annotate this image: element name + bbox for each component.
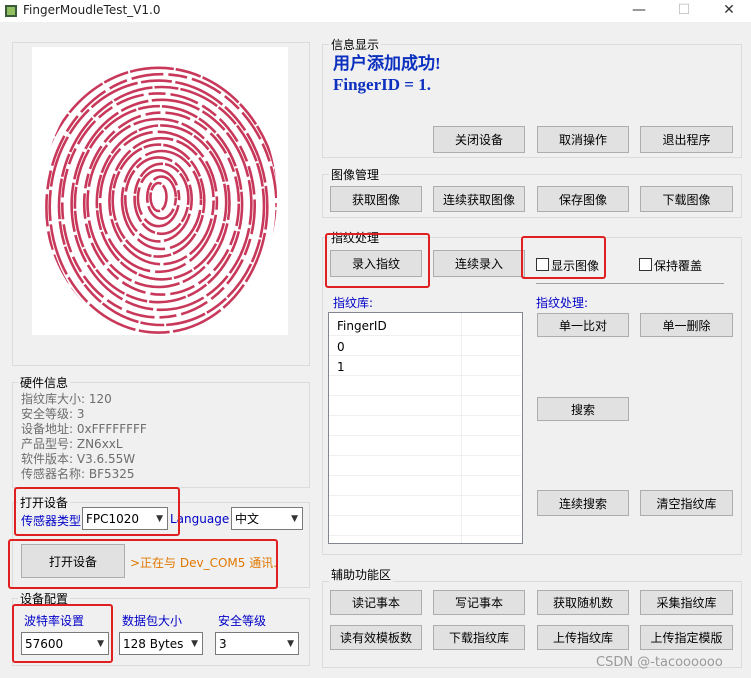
list-empty-row xyxy=(329,396,521,416)
continuous-get-image-button[interactable]: 连续获取图像 xyxy=(433,186,525,212)
packet-size-label: 数据包大小 xyxy=(122,614,183,628)
cancel-operation-button[interactable]: 取消操作 xyxy=(537,126,629,153)
list-empty-row xyxy=(329,476,521,496)
finger-proc-sublabel: 指纹处理: xyxy=(536,296,589,310)
highlight-box-show-image xyxy=(521,236,606,279)
fingerprint-ridge xyxy=(149,181,168,213)
hw-device-address: 设备地址: 0xFFFFFFFF xyxy=(21,422,147,436)
highlight-box-open-device xyxy=(8,539,278,589)
fingerprint-drawing xyxy=(43,66,277,337)
chevron-down-icon: ▼ xyxy=(291,513,298,524)
list-item[interactable]: 0 xyxy=(329,336,521,356)
hw-security-level: 安全等级: 3 xyxy=(21,407,85,421)
hw-software-version: 软件版本: V3.6.55W xyxy=(21,452,136,466)
close-device-button[interactable]: 关闭设备 xyxy=(433,126,525,153)
continuous-search-button[interactable]: 连续搜索 xyxy=(537,490,629,516)
list-empty-row xyxy=(329,376,521,396)
security-level-select[interactable]: 3 ▼ xyxy=(215,632,299,655)
list-header: FingerID xyxy=(329,316,521,336)
download-lib-button[interactable]: 下载指纹库 xyxy=(433,625,525,650)
keep-cover-label: 保持覆盖 xyxy=(654,259,703,273)
hw-sensor-name: 传感器名称: BF5325 xyxy=(21,467,135,481)
write-notepad-button[interactable]: 写记事本 xyxy=(433,590,525,615)
highlight-box-enroll xyxy=(325,233,430,288)
list-item-label: 1 xyxy=(337,360,345,374)
fingerprint-ridge xyxy=(98,130,219,274)
list-empty-row xyxy=(329,436,521,456)
fingerprint-ridges xyxy=(43,66,277,337)
watermark: CSDN @-tacoooooo xyxy=(596,655,723,670)
search-button[interactable]: 搜索 xyxy=(537,397,629,421)
match-one-button[interactable]: 单一比对 xyxy=(537,313,629,337)
list-item-label: 0 xyxy=(337,340,345,354)
aux-title: 辅助功能区 xyxy=(329,566,394,583)
continuous-enroll-button[interactable]: 连续录入 xyxy=(433,250,525,277)
app-icon xyxy=(5,5,17,17)
get-random-button[interactable]: 获取随机数 xyxy=(537,590,629,615)
keep-cover-checkbox[interactable] xyxy=(639,258,652,271)
divider xyxy=(536,283,724,284)
get-image-button[interactable]: 获取图像 xyxy=(330,186,422,212)
window-title: FingerMoudleTest_V1.0 xyxy=(23,3,161,17)
maximize-button[interactable]: ☐ xyxy=(664,0,704,22)
title-bar: FingerMoudleTest_V1.0 — ☐ ✕ xyxy=(0,0,751,22)
collect-lib-button[interactable]: 采集指纹库 xyxy=(640,590,733,615)
hw-product-model: 产品型号: ZN6xxL xyxy=(21,437,123,451)
packet-size-value: 128 Bytes xyxy=(123,636,184,651)
read-notepad-button[interactable]: 读记事本 xyxy=(330,590,422,615)
highlight-box-sensor xyxy=(14,487,180,536)
exit-program-button[interactable]: 退出程序 xyxy=(640,126,733,153)
list-empty-row xyxy=(329,516,521,536)
delete-one-button[interactable]: 单一删除 xyxy=(640,313,733,337)
finger-lib-label: 指纹库: xyxy=(333,296,374,310)
language-select[interactable]: 中文 ▼ xyxy=(231,507,303,530)
save-image-button[interactable]: 保存图像 xyxy=(537,186,629,212)
list-empty-row xyxy=(329,456,521,476)
finger-lib-list[interactable]: FingerID 0 1 xyxy=(328,312,523,544)
security-level-value: 3 xyxy=(219,636,227,651)
upload-lib-button[interactable]: 上传指纹库 xyxy=(537,625,629,650)
chevron-down-icon: ▼ xyxy=(287,638,294,649)
upload-template-button[interactable]: 上传指定模版 xyxy=(640,625,733,650)
minimize-button[interactable]: — xyxy=(619,0,659,22)
info-display-title: 信息显示 xyxy=(329,36,382,53)
chevron-down-icon: ▼ xyxy=(191,638,198,649)
list-empty-row xyxy=(329,496,521,516)
security-level-label: 安全等级 xyxy=(218,614,267,628)
language-value: 中文 xyxy=(235,512,260,526)
info-message: 用户添加成功! FingerID = 1. xyxy=(333,53,441,95)
close-window-button[interactable]: ✕ xyxy=(709,0,749,22)
highlight-box-baud xyxy=(12,604,113,663)
image-mgmt-title: 图像管理 xyxy=(329,166,382,183)
download-image-button[interactable]: 下载图像 xyxy=(640,186,733,212)
fingerprint-ridge xyxy=(57,85,266,327)
list-header-label: FingerID xyxy=(337,319,387,333)
packet-size-select[interactable]: 128 Bytes ▼ xyxy=(119,632,203,655)
info-line-1: 用户添加成功! xyxy=(333,54,441,73)
list-item[interactable]: 1 xyxy=(329,356,521,376)
hw-lib-size: 指纹库大小: 120 xyxy=(21,392,112,406)
clear-lib-button[interactable]: 清空指纹库 xyxy=(640,490,733,516)
hardware-info-list: 指纹库大小: 120 安全等级: 3 设备地址: 0xFFFFFFFF 产品型号… xyxy=(21,392,147,482)
list-empty-row xyxy=(329,416,521,436)
info-line-2: FingerID = 1. xyxy=(333,75,431,94)
fingerprint-image xyxy=(32,47,288,337)
read-valid-templates-button[interactable]: 读有效模板数 xyxy=(330,625,422,650)
hardware-info-title: 硬件信息 xyxy=(18,374,71,391)
